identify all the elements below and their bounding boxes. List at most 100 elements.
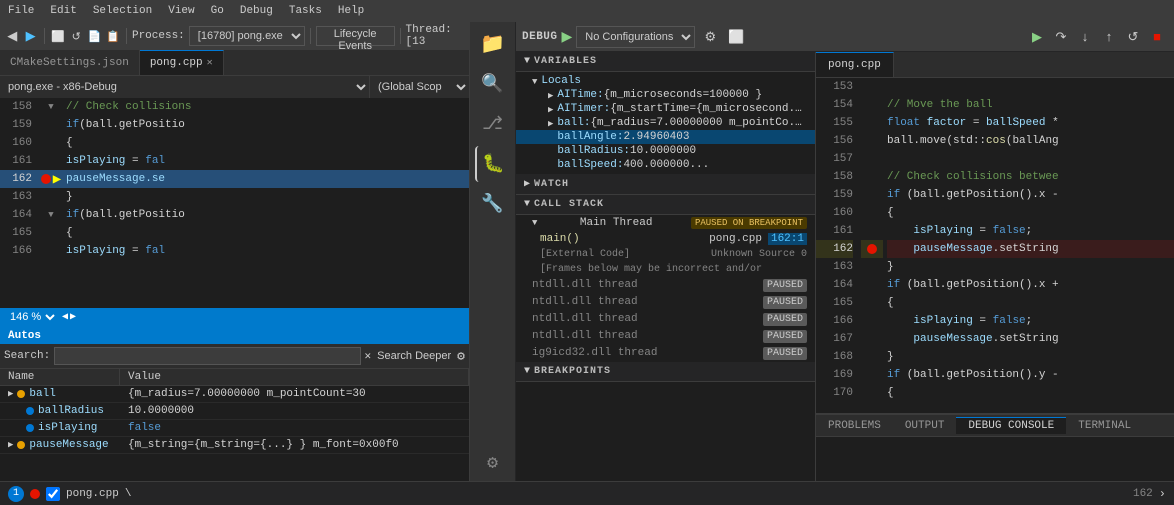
toolbar-icon-2[interactable]: ↺ bbox=[68, 26, 84, 46]
locals-item[interactable]: ▼ Locals bbox=[516, 74, 815, 88]
code-editor-right[interactable]: 153 154 155 156 157 158 159 160 161 162 … bbox=[816, 78, 1174, 413]
scope-dropdown[interactable]: (Global Scop bbox=[369, 76, 469, 98]
expand-pauseMessage[interactable]: ▶ bbox=[8, 440, 13, 450]
restart-btn[interactable]: ↺ bbox=[1122, 26, 1144, 48]
bp-bar-checkbox[interactable] bbox=[46, 487, 60, 501]
ntdll-thread-2[interactable]: ntdll.dll thread PAUSED bbox=[516, 294, 815, 311]
menu-selection[interactable]: Selection bbox=[85, 3, 160, 19]
activity-explorer-icon[interactable]: 📁 bbox=[475, 26, 511, 62]
ballradius-value: 10.0000000 bbox=[630, 145, 696, 157]
activity-debug-config-icon[interactable]: ⚙ bbox=[475, 445, 511, 481]
tab-output[interactable]: OUTPUT bbox=[893, 418, 957, 434]
callstack-header[interactable]: ▼ CALL STACK bbox=[516, 195, 815, 215]
main-thread-badge: PAUSED ON BREAKPOINT bbox=[691, 217, 807, 229]
process-selector[interactable]: [16780] pong.exe bbox=[189, 26, 305, 46]
tab-pong-close[interactable]: ✕ bbox=[207, 57, 213, 69]
debug-terminal-btn[interactable]: ⬜ bbox=[725, 26, 747, 48]
search-deeper-btn[interactable]: Search Deeper bbox=[375, 350, 453, 362]
stop-btn[interactable]: ■ bbox=[1146, 26, 1168, 48]
ntdll-thread-4[interactable]: ntdll.dll thread PAUSED bbox=[516, 328, 815, 345]
autos-cell-ballRadius-name: ballRadius bbox=[0, 403, 120, 419]
breakpoint-162[interactable] bbox=[41, 174, 51, 184]
collapse-164[interactable]: ▼ bbox=[48, 210, 53, 220]
ntdll-thread-3[interactable]: ntdll.dll thread PAUSED bbox=[516, 311, 815, 328]
code-content-165: { bbox=[62, 224, 469, 242]
activity-search-icon[interactable]: 🔍 bbox=[475, 66, 511, 102]
bp-right-162[interactable] bbox=[867, 244, 877, 254]
menu-debug[interactable]: Debug bbox=[232, 3, 281, 19]
autos-cell-ball-value: {m_radius=7.00000000 m_pointCount=30 bbox=[120, 386, 469, 402]
step-out-btn[interactable]: ↑ bbox=[1098, 26, 1120, 48]
icon-pauseMessage bbox=[17, 441, 25, 449]
stack-main[interactable]: main() pong.cpp 162:1 bbox=[516, 231, 815, 247]
tab-terminal[interactable]: TERMINAL bbox=[1066, 418, 1143, 434]
toolbar-icon-3[interactable]: 📄 bbox=[86, 26, 102, 46]
variables-header[interactable]: ▼ VARIABLES bbox=[516, 52, 815, 72]
autos-cell-isPlaying-name: isPlaying bbox=[0, 420, 120, 436]
autos-row-ballRadius[interactable]: ballRadius 10.0000000 bbox=[0, 403, 469, 420]
line-num-158: 158 bbox=[0, 98, 40, 116]
arrow-162: ▶ bbox=[53, 171, 61, 188]
activity-debug-icon[interactable]: 🐛 bbox=[475, 146, 511, 182]
autos-cell-pauseMessage-name: ▶ pauseMessage bbox=[0, 437, 120, 453]
autos-row-ball[interactable]: ▶ ball {m_radius=7.00000000 m_pointCount… bbox=[0, 386, 469, 403]
menu-edit[interactable]: Edit bbox=[42, 3, 84, 19]
tab-problems[interactable]: PROBLEMS bbox=[816, 418, 893, 434]
variables-title: VARIABLES bbox=[534, 56, 597, 67]
zoom-left[interactable]: ◀ bbox=[62, 311, 68, 323]
tab-debug-console[interactable]: DEBUG CONSOLE bbox=[956, 417, 1066, 434]
menu-go[interactable]: Go bbox=[203, 3, 232, 19]
watch-header[interactable]: ▶ WATCH bbox=[516, 174, 815, 195]
step-over-btn[interactable]: ↷ bbox=[1050, 26, 1072, 48]
var-aitime[interactable]: ▶ AITime: {m_microseconds=100000 } bbox=[516, 88, 815, 102]
ig9icd32-thread[interactable]: ig9icd32.dll thread PAUSED bbox=[516, 345, 815, 362]
debug-settings-btn[interactable]: ⚙ bbox=[699, 26, 721, 48]
code-tab-pong-label: pong.cpp bbox=[828, 59, 881, 71]
ntdll-thread-1[interactable]: ntdll.dll thread PAUSED bbox=[516, 277, 815, 294]
var-ballangle[interactable]: ▶ ballAngle: 2.94960403 bbox=[516, 130, 815, 144]
var-ballradius[interactable]: ▶ ballRadius: 10.0000000 bbox=[516, 144, 815, 158]
zoom-select[interactable]: 146 % bbox=[6, 310, 58, 324]
stack-external[interactable]: [External Code] Unknown Source 0 bbox=[516, 247, 815, 262]
autos-row-pauseMessage[interactable]: ▶ pauseMessage {m_string={m_string={...}… bbox=[0, 437, 469, 454]
code-tab-pong-right[interactable]: pong.cpp bbox=[816, 52, 894, 77]
right-line-156: ball.move(std::cos(ballAng bbox=[887, 132, 1174, 150]
line-num-163: 163 bbox=[0, 188, 40, 206]
back-btn[interactable]: ◀ bbox=[4, 26, 20, 46]
lifecycle-btn[interactable]: Lifecycle Events bbox=[316, 26, 395, 46]
var-ballspeed[interactable]: ▶ ballSpeed: 400.000000... bbox=[516, 158, 815, 172]
debug-config-dropdown[interactable]: No Configurations bbox=[576, 26, 695, 48]
activity-extensions-icon[interactable]: 🔧 bbox=[475, 186, 511, 222]
toolbar-icon-4[interactable]: 📋 bbox=[105, 26, 121, 46]
file-dropdown[interactable]: pong.exe - x86-Debug bbox=[0, 76, 369, 98]
search-settings-icon[interactable]: ⚙ bbox=[457, 349, 465, 364]
tab-pong[interactable]: pong.cpp ✕ bbox=[140, 50, 224, 75]
breakpoints-header[interactable]: ▼ BREAKPOINTS bbox=[516, 362, 815, 382]
collapse-158[interactable]: ▼ bbox=[48, 102, 53, 112]
variables-arrow: ▼ bbox=[524, 56, 530, 67]
watch-section: ▶ WATCH bbox=[516, 174, 815, 195]
expand-ball[interactable]: ▶ bbox=[8, 389, 13, 399]
forward-btn[interactable]: ▶ bbox=[22, 26, 38, 46]
search-clear[interactable]: ✕ bbox=[365, 349, 372, 363]
main-thread-item[interactable]: ▼ Main Thread PAUSED ON BREAKPOINT bbox=[516, 215, 815, 231]
toolbar-icon-1[interactable]: ⬜ bbox=[50, 26, 66, 46]
search-input[interactable] bbox=[54, 347, 360, 365]
autos-row-isPlaying[interactable]: isPlaying false bbox=[0, 420, 469, 437]
continue-btn[interactable]: ▶ bbox=[1026, 26, 1048, 48]
bp-bar-expand[interactable]: › bbox=[1159, 487, 1166, 501]
aitimer-name: AITimer: bbox=[557, 103, 610, 115]
menu-help[interactable]: Help bbox=[330, 3, 372, 19]
var-ball[interactable]: ▶ ball: {m_radius=7.00000000 m_pointCo..… bbox=[516, 116, 815, 130]
menu-file[interactable]: File bbox=[0, 3, 42, 19]
code-editor-left[interactable]: 158 ▼ // Check collisions 159 if (ball.g… bbox=[0, 98, 469, 308]
menu-bar: File Edit Selection View Go Debug Tasks … bbox=[0, 0, 1174, 22]
menu-tasks[interactable]: Tasks bbox=[281, 3, 330, 19]
debug-run-btn[interactable]: ▶ bbox=[562, 28, 573, 45]
menu-view[interactable]: View bbox=[160, 3, 202, 19]
step-into-btn[interactable]: ↓ bbox=[1074, 26, 1096, 48]
activity-source-control-icon[interactable]: ⎇ bbox=[475, 106, 511, 142]
var-aitimer[interactable]: ▶ AITimer: {m_startTime={m_microsecond..… bbox=[516, 102, 815, 116]
zoom-right[interactable]: ▶ bbox=[70, 311, 76, 323]
tab-cmake[interactable]: CMakeSettings.json bbox=[0, 50, 140, 75]
